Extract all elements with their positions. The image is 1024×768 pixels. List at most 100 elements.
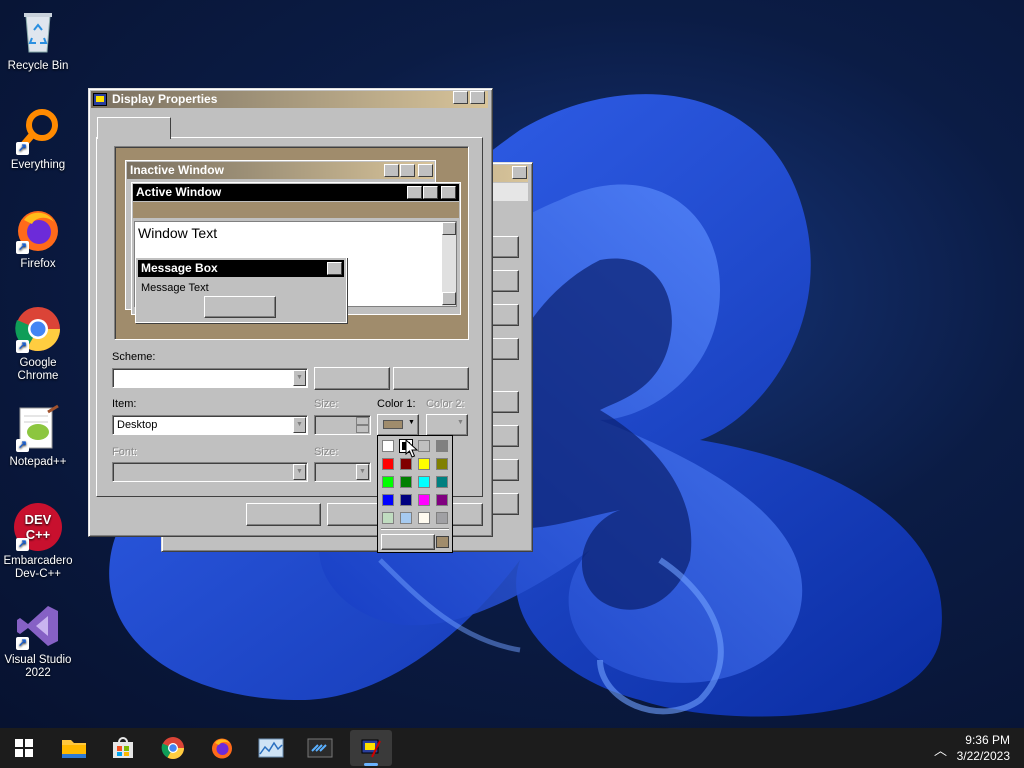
palette-swatch[interactable] <box>436 494 448 506</box>
preview-inactive-title: Inactive Window <box>130 163 224 177</box>
palette-other-button[interactable] <box>381 534 435 550</box>
ok-button[interactable] <box>246 503 321 526</box>
resource-monitor-taskbar-button[interactable] <box>255 732 287 764</box>
desktop-icon-recycle-bin[interactable]: Recycle Bin <box>0 8 76 73</box>
system-clock[interactable]: 9:36 PM 3/22/2023 <box>957 732 1010 764</box>
background-button-5[interactable] <box>491 391 519 413</box>
active-app-indicator <box>364 763 378 766</box>
save-as-button[interactable] <box>314 367 390 390</box>
preview-message-box-title: Message Box <box>141 261 218 275</box>
chevron-down-icon[interactable]: ▼ <box>356 464 369 480</box>
palette-swatch[interactable] <box>400 476 412 488</box>
background-button-6[interactable] <box>491 425 519 447</box>
desktop-icon-dev-cpp[interactable]: DEV C++ ↗ Embarcadero Dev-C++ <box>0 503 76 581</box>
color1-button[interactable]: ▼ <box>377 414 419 436</box>
desktop-icon-label: Firefox <box>20 258 56 270</box>
preview-minimize-button <box>384 164 399 177</box>
help-button[interactable] <box>453 91 468 104</box>
microsoft-store-taskbar-button[interactable] <box>107 732 139 764</box>
palette-swatch[interactable] <box>418 440 430 452</box>
shortcut-arrow-icon: ↗ <box>16 538 29 551</box>
preview-active-maximize-button <box>423 186 438 199</box>
display-properties-icon <box>93 93 107 106</box>
font-label: Font: <box>112 446 138 458</box>
background-button-7[interactable] <box>491 459 519 481</box>
preview-message-box-titlebar: Message Box <box>138 260 344 277</box>
desktop-icon-visual-studio[interactable]: ↗ Visual Studio 2022 <box>0 602 76 680</box>
recycle-bin-icon <box>14 8 62 56</box>
desktop-icon-label: Notepad++ <box>9 456 67 468</box>
palette-swatch[interactable] <box>382 440 394 452</box>
palette-swatch[interactable] <box>418 458 430 470</box>
palette-swatch[interactable] <box>436 512 448 524</box>
scheme-preview[interactable]: Inactive Window Active Window Window Tex… <box>114 146 469 340</box>
chrome-icon: ↗ <box>14 305 62 353</box>
font-size-dropdown[interactable]: ▼ <box>314 462 371 482</box>
item-size-spinner[interactable] <box>314 415 371 435</box>
embarcadero-taskbar-button[interactable] <box>304 732 336 764</box>
preview-window-text: Window Text <box>138 225 218 241</box>
palette-swatch[interactable] <box>436 458 448 470</box>
shortcut-arrow-icon: ↗ <box>16 439 29 452</box>
chevron-down-icon[interactable]: ▼ <box>293 417 306 433</box>
clock-time: 9:36 PM <box>965 733 1010 747</box>
palette-swatch[interactable] <box>436 440 448 452</box>
palette-swatch[interactable] <box>382 476 394 488</box>
shortcut-arrow-icon: ↗ <box>16 340 29 353</box>
preview-ok-button <box>204 296 276 318</box>
preview-maximize-button <box>400 164 415 177</box>
close-button[interactable] <box>470 91 485 104</box>
firefox-taskbar-button[interactable] <box>206 732 238 764</box>
color2-button[interactable]: ▼ <box>426 414 468 436</box>
palette-swatch[interactable] <box>382 512 394 524</box>
palette-swatch[interactable] <box>418 494 430 506</box>
palette-swatch[interactable] <box>382 494 394 506</box>
visual-studio-icon: ↗ <box>14 602 62 650</box>
scheme-dropdown[interactable]: ▼ <box>112 368 308 388</box>
item-dropdown[interactable]: Desktop ▼ <box>112 415 308 435</box>
terminal-icon <box>307 738 333 758</box>
background-button-2[interactable] <box>491 270 519 292</box>
dialog-titlebar[interactable]: Display Properties <box>91 91 488 108</box>
desktop-icon-firefox[interactable]: ↗ Firefox <box>0 206 76 271</box>
desktop-icon-label: Google Chrome <box>17 357 59 382</box>
desktop-icon-google-chrome[interactable]: ↗ Google Chrome <box>0 305 76 383</box>
item-dropdown-value: Desktop <box>117 419 158 431</box>
background-close-button[interactable] <box>512 166 527 179</box>
shortcut-arrow-icon: ↗ <box>16 637 29 650</box>
palette-swatch[interactable] <box>400 512 412 524</box>
desktop-icon-label: Everything <box>10 159 66 171</box>
item-label: Item: <box>112 398 137 410</box>
spin-down-icon[interactable] <box>356 425 369 433</box>
delete-button[interactable] <box>393 367 469 390</box>
tab-appearance[interactable] <box>97 117 171 139</box>
preview-close-button <box>418 164 433 177</box>
performance-monitor-icon <box>258 738 284 758</box>
show-hidden-icons-chevron-up-icon[interactable]: ︿ <box>934 740 947 759</box>
background-button-8[interactable] <box>491 493 519 515</box>
background-button-4[interactable] <box>491 338 519 360</box>
display-properties-taskbar-button[interactable] <box>350 730 392 766</box>
chevron-down-icon[interactable]: ▼ <box>293 370 306 386</box>
file-explorer-taskbar-button[interactable] <box>58 732 90 764</box>
palette-swatch[interactable] <box>436 476 448 488</box>
taskbar: ︿ 9:36 PM 3/22/2023 <box>0 728 1024 768</box>
chevron-down-icon[interactable]: ▼ <box>293 464 306 480</box>
palette-swatch[interactable] <box>382 458 394 470</box>
palette-swatch[interactable] <box>400 494 412 506</box>
spin-up-icon[interactable] <box>356 417 369 425</box>
dev-cpp-icon: DEV C++ ↗ <box>14 503 62 551</box>
desktop-icon-label: Embarcadero Dev-C++ <box>3 555 73 580</box>
palette-swatch[interactable] <box>418 476 430 488</box>
background-button-1[interactable] <box>491 236 519 258</box>
background-button-3[interactable] <box>491 304 519 326</box>
desktop-icon-everything[interactable]: ↗ Everything <box>0 107 76 172</box>
palette-current-color <box>436 536 449 548</box>
font-dropdown[interactable]: ▼ <box>112 462 308 482</box>
color1-swatch <box>383 420 403 429</box>
start-button[interactable] <box>8 732 40 764</box>
chrome-taskbar-button[interactable] <box>157 732 189 764</box>
desktop-icon-notepad-plus-plus[interactable]: ↗ Notepad++ <box>0 404 76 469</box>
palette-swatch[interactable] <box>418 512 430 524</box>
scheme-label: Scheme: <box>112 351 156 363</box>
